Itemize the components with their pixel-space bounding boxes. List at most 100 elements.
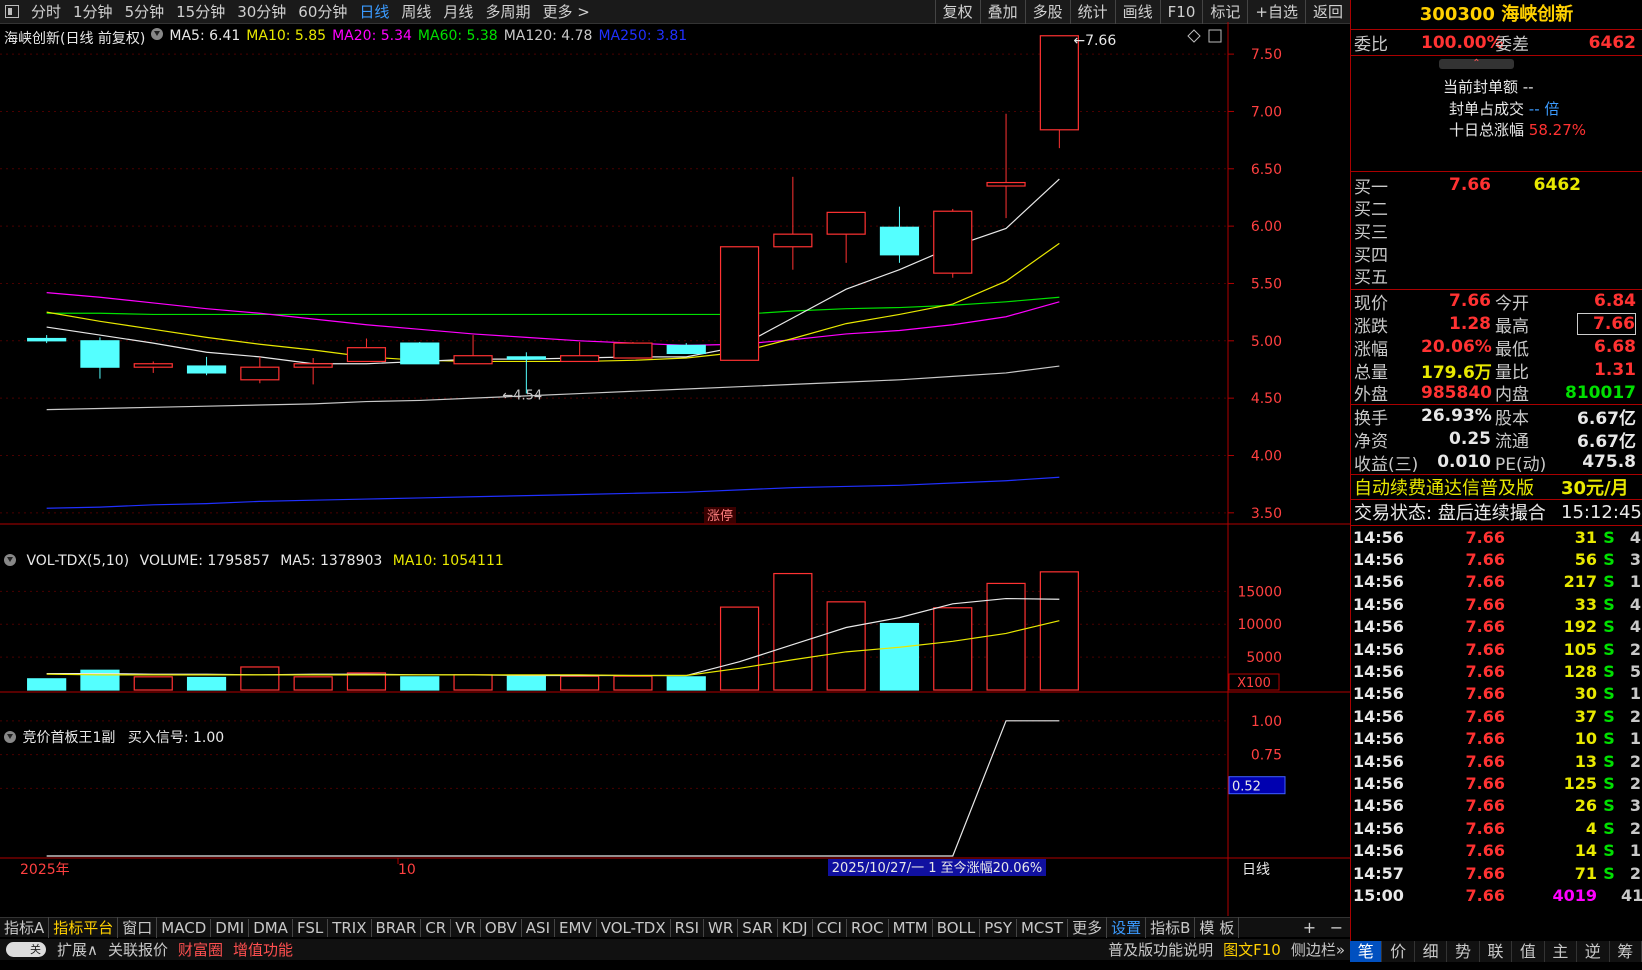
toggle-switch[interactable]: 关 bbox=[6, 942, 46, 957]
indicator-tab-11[interactable]: OBV bbox=[481, 918, 522, 937]
stat-label: 总量 bbox=[1354, 362, 1388, 383]
tick-row: 14:56 7.66 30 S 1 bbox=[1351, 683, 1642, 705]
indicator-tab-0[interactable]: 指标A bbox=[0, 917, 50, 938]
indicator-tab-22[interactable]: BOLL bbox=[933, 918, 981, 937]
indicator-tab-21[interactable]: MTM bbox=[889, 918, 933, 937]
ad-price[interactable]: 30元/月 bbox=[1561, 474, 1629, 500]
indicator-tab-6[interactable]: FSL bbox=[293, 918, 329, 937]
indicator-tab-13[interactable]: EMV bbox=[555, 918, 597, 937]
zoom-in-button[interactable]: + bbox=[1303, 918, 1316, 937]
candle-body bbox=[879, 226, 920, 256]
ind-signal: 买入信号: 1.00 bbox=[127, 730, 225, 746]
vol-ma10: MA10: 1054111 bbox=[392, 553, 504, 569]
bid-price: 7.66 bbox=[1449, 175, 1491, 196]
indicator-tab-9[interactable]: CR bbox=[421, 918, 452, 937]
right-tab-6[interactable]: 主 bbox=[1545, 941, 1578, 962]
right-tab-8[interactable]: 筹 bbox=[1610, 941, 1642, 962]
indicator-tab-25[interactable]: 更多 bbox=[1068, 917, 1108, 938]
indicator-tab-7[interactable]: TRIX bbox=[328, 918, 372, 937]
ind-name: 竞价首板王1副 bbox=[22, 730, 116, 746]
quote-panel: 300300 海峡创新 委比 100.00% 委差 6462 ⌃ 当前封单额 -… bbox=[1350, 0, 1642, 952]
tick-side: S bbox=[1603, 729, 1615, 749]
price-tick-label: 4.50 bbox=[1251, 391, 1282, 407]
tick-row: 14:56 7.66 56 S 3 bbox=[1351, 548, 1642, 570]
tick-time: 14:56 bbox=[1353, 639, 1404, 659]
bottom-item-5[interactable]: 图文F10 bbox=[1218, 939, 1286, 960]
indicator-tab-17[interactable]: SAR bbox=[738, 918, 778, 937]
vol-dropdown-icon[interactable] bbox=[4, 554, 16, 566]
volume-bar bbox=[666, 676, 706, 691]
indicator-tab-23[interactable]: PSY bbox=[980, 918, 1017, 937]
price-tick-label: 5.50 bbox=[1251, 276, 1282, 292]
bottom-item-3[interactable]: 增值功能 bbox=[228, 939, 298, 960]
stat-value2: 6.67亿 bbox=[1577, 408, 1636, 429]
tick-time: 14:56 bbox=[1353, 617, 1404, 637]
bid-label: 买三 bbox=[1354, 222, 1388, 243]
right-tab-3[interactable]: 势 bbox=[1447, 941, 1480, 962]
indicator-tab-4[interactable]: DMI bbox=[211, 918, 250, 937]
indicator-tab-12[interactable]: ASI bbox=[522, 918, 556, 937]
tick-volume: 4 bbox=[1585, 818, 1597, 838]
stat-row: 现价 7.66 今开 6.84 bbox=[1351, 290, 1642, 314]
tick-side: S bbox=[1603, 639, 1615, 659]
indicator-tab-2[interactable]: 窗口 bbox=[118, 917, 158, 938]
indicator-tab-16[interactable]: WR bbox=[704, 918, 739, 937]
right-tab-4[interactable]: 联 bbox=[1480, 941, 1513, 962]
price-tick-label: 6.50 bbox=[1251, 162, 1282, 178]
ind-dropdown-icon[interactable] bbox=[4, 731, 16, 743]
tick-count: 2 bbox=[1629, 818, 1641, 838]
tick-volume: 105 bbox=[1563, 639, 1597, 659]
tick-price: 7.66 bbox=[1465, 527, 1505, 547]
right-tab-1[interactable]: 价 bbox=[1382, 941, 1415, 962]
indicator-tab-1[interactable]: 指标平台 bbox=[49, 917, 119, 938]
tick-volume: 26 bbox=[1574, 796, 1597, 816]
indicator-tab-27[interactable]: 指标B bbox=[1146, 917, 1196, 938]
bottom-item-2[interactable]: 财富圈 bbox=[173, 939, 228, 960]
indicator-tab-19[interactable]: CCI bbox=[813, 918, 847, 937]
bid-row: 买一 7.66 6462 bbox=[1351, 174, 1642, 198]
vol-volume: VOLUME: 1795857 bbox=[139, 553, 270, 569]
tick-volume: 13 bbox=[1574, 751, 1597, 771]
bottom-item-0[interactable]: 扩展∧ bbox=[52, 939, 103, 960]
indicator-tab-8[interactable]: BRAR bbox=[372, 918, 422, 937]
tick-price: 7.66 bbox=[1465, 617, 1505, 637]
right-tab-5[interactable]: 值 bbox=[1512, 941, 1545, 962]
quote-stats: 现价 7.66 今开 6.84 涨跌 1.28 最高 7.66 涨幅 20.06% 最低 6.68 总量… bbox=[1351, 290, 1642, 475]
tick-count: 2 bbox=[1629, 639, 1641, 659]
tick-volume: 192 bbox=[1563, 617, 1597, 637]
volume-bar bbox=[560, 675, 600, 691]
indicator-tab-20[interactable]: ROC bbox=[847, 918, 889, 937]
bottom-item-1[interactable]: 关联报价 bbox=[103, 939, 173, 960]
indicator-tab-15[interactable]: RSI bbox=[671, 918, 704, 937]
collapse-button[interactable]: ⌃ bbox=[1439, 59, 1514, 69]
zoom-out-button[interactable]: − bbox=[1330, 918, 1343, 937]
candle-body bbox=[560, 355, 600, 363]
indicator-tab-18[interactable]: KDJ bbox=[778, 918, 813, 937]
tick-price: 7.66 bbox=[1465, 885, 1505, 905]
indicator-tab-28[interactable]: 模 板 bbox=[1195, 917, 1240, 938]
right-tab-0[interactable]: 笔 bbox=[1350, 941, 1383, 962]
price-tick-label: 4.00 bbox=[1251, 448, 1282, 464]
stat-label2: 股本 bbox=[1495, 408, 1529, 429]
indicator-tab-3[interactable]: MACD bbox=[157, 918, 212, 937]
volume-bar bbox=[27, 678, 67, 691]
indicator-tab-14[interactable]: VOL-TDX bbox=[597, 918, 671, 937]
bottom-item-4[interactable]: 普及版功能说明 bbox=[1103, 939, 1218, 960]
stat-value: 0.25 bbox=[1449, 429, 1491, 450]
right-tab-2[interactable]: 细 bbox=[1415, 941, 1448, 962]
bid-volume: 6462 bbox=[1533, 175, 1581, 196]
ad-text[interactable]: 自动续费通达信普及版 bbox=[1351, 474, 1561, 500]
bottom-item-6[interactable]: 侧边栏» bbox=[1286, 939, 1350, 960]
kline-chart[interactable]: 7.50 7.00 6.50 6.00 5.50 5.00 4.50 4.00 3.50 ←7.6… bbox=[0, 0, 1350, 917]
indicator-tab-26[interactable]: 设置 bbox=[1107, 917, 1147, 938]
tick-price: 7.66 bbox=[1465, 550, 1505, 570]
indicator-tab-5[interactable]: DMA bbox=[249, 918, 293, 937]
tick-price: 7.66 bbox=[1465, 773, 1505, 793]
tick-time: 14:56 bbox=[1353, 527, 1404, 547]
indicator-tab-10[interactable]: VR bbox=[451, 918, 481, 937]
candle-body bbox=[133, 363, 173, 368]
right-tab-7[interactable]: 逆 bbox=[1577, 941, 1610, 962]
indicator-tab-24[interactable]: MCST bbox=[1017, 918, 1069, 937]
tick-list[interactable]: 14:56 7.66 31 S 4 14:56 7.66 56 S 3 14:56 7.66 217 S 1… bbox=[1351, 526, 1642, 907]
price-tick-label: 6.00 bbox=[1251, 219, 1282, 235]
